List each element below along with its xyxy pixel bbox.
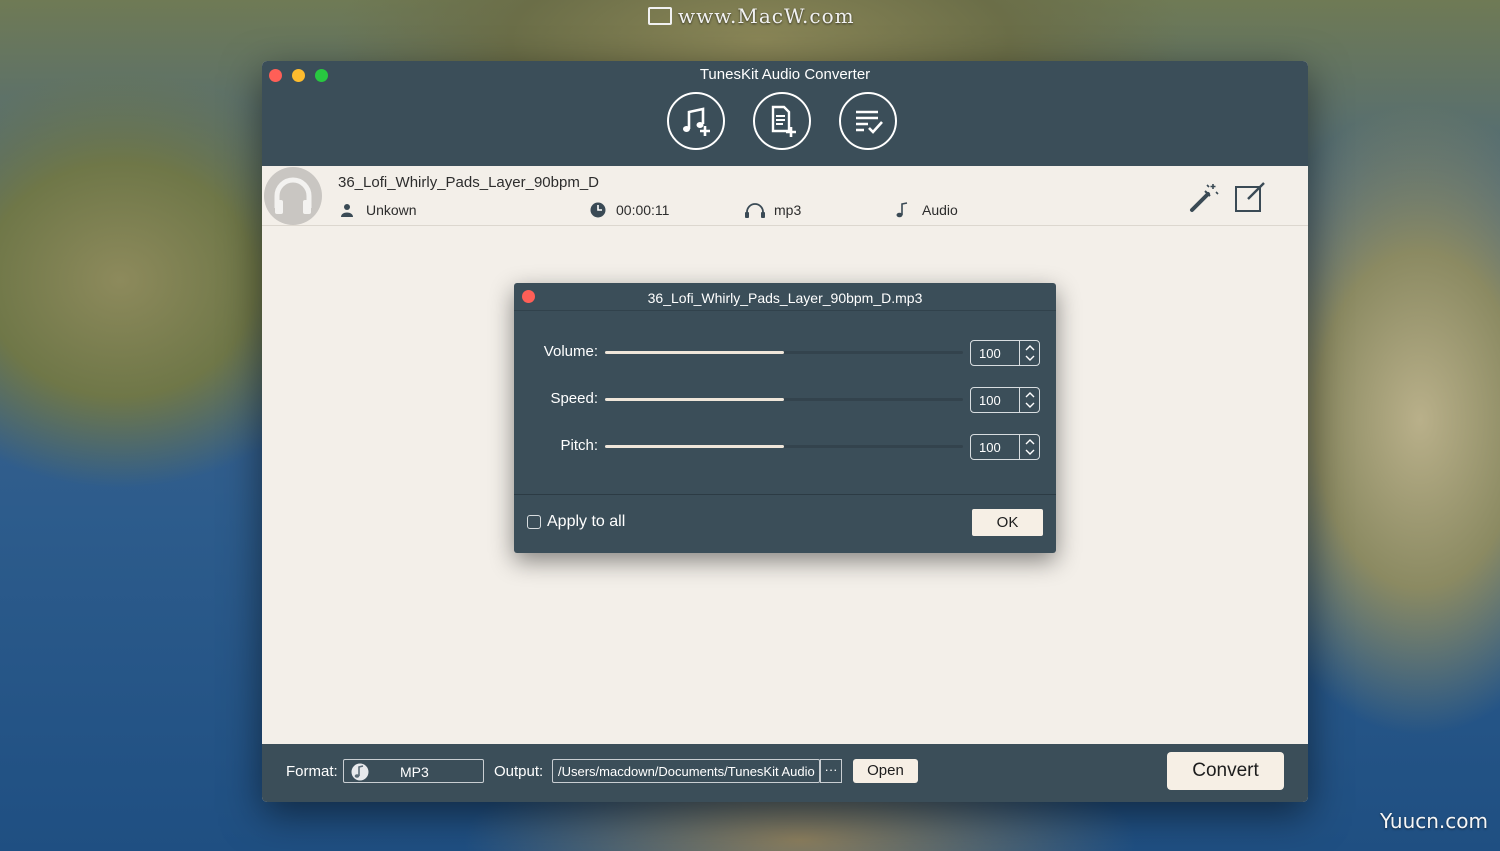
convert-button[interactable]: Convert — [1167, 752, 1284, 790]
headphones-placeholder-icon — [274, 177, 312, 214]
speed-row: Speed: 100 — [514, 385, 1056, 413]
watermark-top: www.MacW.com — [648, 4, 855, 28]
duration-text: 00:00:11 — [616, 202, 670, 218]
stepper-arrows-icon[interactable] — [1019, 435, 1039, 459]
speed-slider-fill — [605, 398, 784, 401]
format-meta: mp3 — [744, 202, 801, 218]
speed-value: 100 — [979, 393, 1001, 408]
apply-to-all-label[interactable]: Apply to all — [547, 513, 625, 531]
speed-slider[interactable] — [605, 398, 963, 401]
type-meta: Audio — [894, 202, 958, 218]
bottom-bar: Format: MP3 Output: /Users/macdown/Docum… — [262, 744, 1308, 802]
row-tools — [1188, 181, 1268, 213]
music-note-icon — [896, 202, 908, 218]
window-title: TunesKit Audio Converter — [699, 66, 871, 83]
speed-label: Speed: — [550, 390, 598, 407]
apply-to-all-checkbox[interactable] — [527, 515, 541, 529]
pitch-label: Pitch: — [560, 437, 598, 454]
volume-slider-fill — [605, 351, 784, 354]
toolbar — [667, 92, 897, 150]
dialog-divider — [514, 494, 1056, 495]
speed-stepper[interactable]: 100 — [970, 387, 1040, 413]
stepper-arrows-icon[interactable] — [1019, 341, 1039, 365]
format-value: MP3 — [400, 764, 429, 780]
audio-format-icon — [351, 763, 369, 781]
volume-slider[interactable] — [605, 351, 963, 354]
pitch-row: Pitch: 100 — [514, 432, 1056, 460]
audio-settings-dialog: 36_Lofi_Whirly_Pads_Layer_90bpm_D.mp3 Vo… — [514, 283, 1056, 553]
duration-meta: 00:00:11 — [590, 202, 669, 218]
pitch-slider[interactable] — [605, 445, 963, 448]
browse-output-button[interactable]: ··· — [820, 759, 842, 783]
title-bar: TunesKit Audio Converter — [262, 61, 1308, 166]
volume-value: 100 — [979, 346, 1001, 361]
dialog-title: 36_Lofi_Whirly_Pads_Layer_90bpm_D.mp3 — [647, 290, 923, 306]
add-music-icon — [683, 107, 710, 136]
output-path-field[interactable]: /Users/macdown/Documents/TunesKit Audio … — [552, 759, 820, 783]
stepper-arrows-icon[interactable] — [1019, 388, 1039, 412]
converted-list-button[interactable] — [839, 92, 897, 150]
add-file-button[interactable] — [753, 92, 811, 150]
volume-stepper[interactable]: 100 — [970, 340, 1040, 366]
converted-list-icon — [856, 110, 883, 134]
volume-label: Volume: — [543, 343, 598, 360]
watermark-bottom: Yuucn.com — [1379, 809, 1488, 833]
output-path-text: /Users/macdown/Documents/TunesKit Audio … — [558, 764, 819, 779]
pitch-stepper[interactable]: 100 — [970, 434, 1040, 460]
pitch-slider-fill — [605, 445, 784, 448]
file-list-item[interactable]: 36_Lofi_Whirly_Pads_Layer_90bpm_D Unkown… — [262, 166, 1308, 226]
type-text: Audio — [922, 202, 958, 218]
headphones-icon — [745, 203, 765, 218]
monitor-icon — [648, 7, 672, 25]
open-button[interactable]: Open — [853, 759, 918, 783]
output-label: Output: — [494, 763, 544, 780]
effects-wand-icon[interactable] — [1188, 181, 1220, 213]
ok-button[interactable]: OK — [972, 509, 1043, 536]
album-art — [264, 167, 322, 225]
file-name: 36_Lofi_Whirly_Pads_Layer_90bpm_D — [338, 174, 599, 191]
artist-text: Unkown — [366, 202, 417, 218]
edit-icon[interactable] — [1234, 181, 1268, 213]
volume-row: Volume: 100 — [514, 338, 1056, 366]
person-icon — [341, 204, 353, 217]
format-label: Format: — [286, 763, 338, 780]
format-text: mp3 — [774, 202, 802, 218]
pitch-value: 100 — [979, 440, 1001, 455]
add-file-icon — [771, 105, 796, 137]
dialog-divider — [514, 310, 1056, 311]
artist-meta: Unkown — [340, 202, 417, 218]
format-selector[interactable]: MP3 — [343, 759, 484, 783]
add-music-button[interactable] — [667, 92, 725, 150]
clock-icon — [590, 202, 606, 218]
